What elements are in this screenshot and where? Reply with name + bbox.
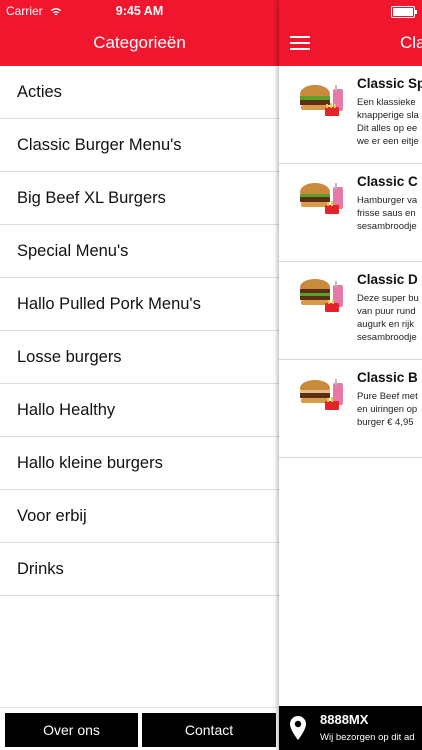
delivery-message: Wij bezorgen op dit ad [320, 732, 415, 743]
about-us-button[interactable]: Over ons [5, 713, 138, 747]
category-item-losse-burgers[interactable]: Losse burgers [0, 331, 279, 384]
category-item-acties[interactable]: Acties [0, 66, 279, 119]
category-item-special-menus[interactable]: Special Menu's [0, 225, 279, 278]
category-item-drinks[interactable]: Drinks [0, 543, 279, 596]
location-pin-icon [290, 716, 306, 740]
menu-item-name: Classic D [357, 272, 418, 287]
contact-button[interactable]: Contact [142, 713, 276, 747]
burger-menu-image [300, 279, 343, 312]
content-panel: Cla Classic Sp Een klassieke knapperige … [279, 0, 422, 750]
menu-item-name: Classic B [357, 370, 418, 385]
burger-menu-image [300, 183, 343, 214]
category-item-hallo-kleine-burgers[interactable]: Hallo kleine burgers [0, 437, 279, 490]
menu-item-description: Hamburger va frisse saus en sesambroodje [357, 195, 418, 232]
menu-item-description: Pure Beef met en uiringen op burger € 4,… [357, 391, 418, 428]
menu-item[interactable]: Classic C Hamburger va frisse saus en se… [279, 164, 422, 262]
categories-header: Carrier 9:45 AM Categorieën [0, 0, 279, 66]
content-header: Cla [279, 0, 422, 66]
battery-icon [391, 6, 417, 18]
category-item-voor-erbij[interactable]: Voor erbij [0, 490, 279, 543]
status-bar: Carrier 9:45 AM [0, 0, 279, 22]
status-time: 9:45 AM [115, 4, 164, 18]
app-screen: Carrier 9:45 AM Categorieën Acties Class… [0, 0, 422, 750]
delivery-postcode: 8888MX [320, 712, 369, 727]
menu-item[interactable]: Classic D Deze super bu van puur rund au… [279, 262, 422, 360]
menu-item-description: Een klassieke knapperige sla Dit alles o… [357, 97, 419, 147]
page-title: Categorieën [93, 33, 186, 52]
burger-menu-image [300, 85, 343, 116]
category-item-big-beef-xl-burgers[interactable]: Big Beef XL Burgers [0, 172, 279, 225]
content-title: Cla [400, 33, 422, 52]
menu-item-name: Classic Sp [357, 76, 422, 91]
menu-item-list: Classic Sp Een klassieke knapperige sla … [279, 66, 422, 458]
menu-item[interactable]: Classic Sp Een klassieke knapperige sla … [279, 66, 422, 164]
burger-menu-image [300, 379, 343, 410]
delivery-bar[interactable]: 8888MX Wij bezorgen op dit ad [279, 706, 422, 750]
category-item-hallo-healthy[interactable]: Hallo Healthy [0, 384, 279, 437]
menu-item-name: Classic C [357, 174, 418, 189]
menu-item[interactable]: Classic B Pure Beef met en uiringen op b… [279, 360, 422, 458]
battery-fill [393, 8, 413, 16]
menu-item-description: Deze super bu van puur rund augurk en ri… [357, 293, 419, 343]
category-item-classic-burger-menus[interactable]: Classic Burger Menu's [0, 119, 279, 172]
categories-panel: Carrier 9:45 AM Categorieën Acties Class… [0, 0, 279, 750]
category-list: Acties Classic Burger Menu's Big Beef XL… [0, 66, 279, 596]
hamburger-menu-icon[interactable] [290, 36, 310, 50]
categories-footer: Over ons Contact [0, 707, 279, 750]
category-item-hallo-pulled-pork-menus[interactable]: Hallo Pulled Pork Menu's [0, 278, 279, 331]
